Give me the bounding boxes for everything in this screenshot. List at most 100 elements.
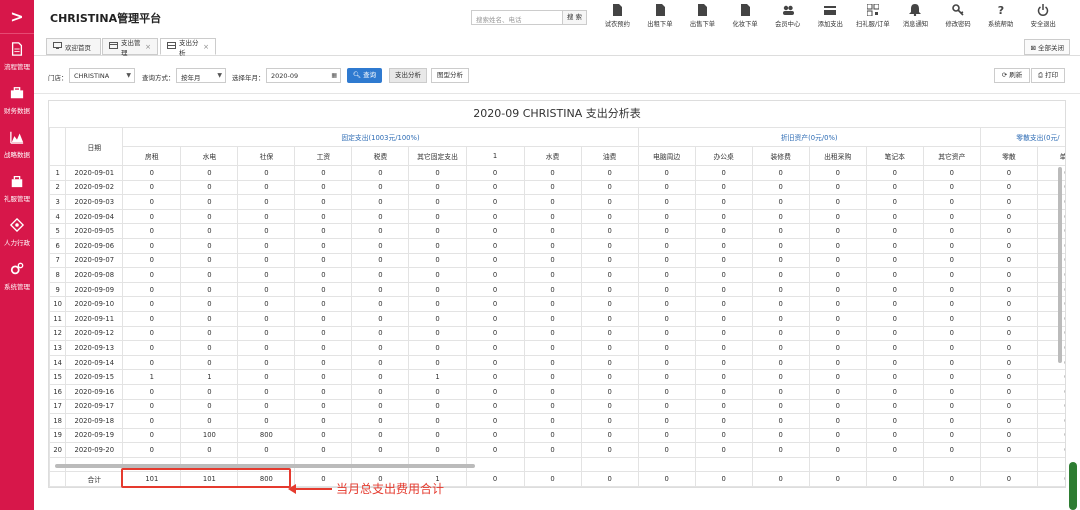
table-row[interactable]: 52020-09-0500000000000000000	[49, 223, 1065, 239]
table-row[interactable]: 132020-09-1300000000000000000	[49, 340, 1065, 356]
table-row[interactable]: 42020-09-0400000000000000000	[49, 208, 1065, 225]
table-cell: 0	[351, 179, 410, 196]
table-row[interactable]: 162020-09-1600000000000000000	[49, 383, 1065, 400]
table-cell: 0	[580, 325, 639, 342]
table-cell: 0	[408, 208, 467, 225]
table-cell: 0	[694, 325, 753, 342]
table-cell: 0	[523, 267, 582, 283]
tab-expense-analysis[interactable]: 支出分析 ×	[160, 38, 216, 57]
query-button[interactable]: 🔍︎ 查询	[347, 68, 382, 83]
table-row[interactable]: 22020-09-0200000000000000000	[49, 179, 1065, 196]
row-date: 2020-09-06	[65, 237, 124, 254]
table-cell: 0	[408, 179, 467, 196]
totals-cell: 0	[922, 471, 981, 487]
table-cell: 0	[922, 281, 981, 298]
table-row[interactable]: 102020-09-1000000000000000000	[49, 296, 1065, 312]
sidebar-item-1[interactable]: 财务数据	[0, 78, 34, 122]
table-row[interactable]: 32020-09-0300000000000000000	[49, 194, 1065, 210]
table-row[interactable]: 92020-09-0900000000000000000	[49, 281, 1065, 298]
sidebar-toggle-icon[interactable]: >	[0, 0, 34, 34]
totals-cell: 0	[808, 471, 867, 487]
table-cell: 0	[922, 427, 981, 444]
header-button-6[interactable]: 扫礼服/订单	[852, 4, 895, 28]
table-cell: 0	[294, 252, 353, 269]
file-icon	[698, 4, 708, 16]
query-mode-select[interactable]: 按年月 ▼	[176, 68, 226, 83]
table-cell: 0	[122, 383, 182, 400]
header-button-9[interactable]: ? 系统帮助	[979, 4, 1022, 28]
table-row[interactable]: 12020-09-0100000000000000000	[49, 165, 1065, 181]
header-button-3[interactable]: 化妆下单	[724, 4, 767, 28]
tab-expense-management[interactable]: 支出管理 ×	[102, 38, 158, 57]
sidebar-item-2[interactable]: 战略数据	[0, 122, 34, 166]
table-cell: 0	[580, 296, 639, 312]
table-row[interactable]: 142020-09-1400000000000000000	[49, 354, 1065, 371]
header-button-0[interactable]: 试衣预约	[596, 4, 639, 28]
table-cell: 0	[580, 398, 639, 415]
table-cell: 0	[122, 281, 182, 298]
table-cell: 0	[294, 383, 353, 400]
table-cell: 0	[808, 369, 867, 385]
vertical-scrollbar[interactable]	[1058, 167, 1062, 363]
header-button-1[interactable]: 出租下单	[639, 4, 682, 28]
close-all-button[interactable]: ⊠ 全部关闭	[1024, 39, 1070, 55]
sidebar-item-4[interactable]: 人力行政	[0, 210, 34, 254]
table-cell: 0	[580, 310, 639, 327]
table-cell: 0	[408, 340, 467, 356]
table-row[interactable]: 172020-09-1700000000000000000	[49, 398, 1065, 415]
column-header: 1	[465, 146, 525, 166]
table-row[interactable]: 62020-09-0600000000000000000	[49, 237, 1065, 254]
table-row[interactable]: 192020-09-19010080000000000000000	[49, 427, 1065, 444]
table-row[interactable]: 202020-09-2000000000000000000	[49, 442, 1065, 458]
table-cell: 0	[751, 427, 810, 444]
row-number: 20	[49, 442, 67, 458]
side-widget-handle[interactable]	[1069, 462, 1077, 510]
header: CHRISTINA管理平台 搜索姓名、电话 搜 索 试衣预约 出租下单 出售下单 化妆…	[34, 0, 1080, 34]
table-cell: 0	[922, 194, 981, 210]
table-cell: 0	[122, 398, 182, 415]
tab-welcome[interactable]: 欢迎首页	[46, 38, 101, 55]
month-input[interactable]: 2020-09 ▦	[266, 68, 341, 83]
header-button-4[interactable]: 会员中心	[766, 4, 809, 28]
view-expense-analysis-button[interactable]: 支出分析	[389, 68, 427, 83]
search-button[interactable]: 搜 索	[562, 10, 587, 25]
table-row[interactable]: 72020-09-0700000000000000000	[49, 252, 1065, 269]
table-cell: 0	[865, 369, 924, 385]
table-row[interactable]: 82020-09-0800000000000000000	[49, 267, 1065, 283]
table-row[interactable]: 182020-09-1800000000000000000	[49, 413, 1065, 429]
print-button[interactable]: ⎙ 打印	[1031, 68, 1065, 83]
table-cell: 0	[523, 325, 582, 342]
header-button-5[interactable]: 添加支出	[809, 4, 852, 28]
card-icon	[109, 42, 118, 51]
table-cell: 0	[294, 281, 353, 298]
table-cell: 0	[580, 223, 639, 239]
table-cell: 0	[180, 354, 239, 371]
header-button-label: 出租下单	[647, 21, 673, 28]
close-icon[interactable]: ×	[203, 43, 209, 51]
view-chart-analysis-button[interactable]: 图型分析	[431, 68, 469, 83]
sidebar-item-0[interactable]: 流程管理	[0, 34, 34, 78]
tab-bar: 欢迎首页 支出管理 × 支出分析 × ⊠ 全部关闭	[34, 34, 1080, 57]
table-cell: 0	[351, 340, 410, 356]
table-row[interactable]: 152020-09-1511000100000000000	[49, 369, 1065, 385]
store-select[interactable]: CHRISTINA ▼	[69, 68, 135, 83]
close-icon[interactable]: ×	[145, 43, 151, 51]
header-button-2[interactable]: 出售下单	[681, 4, 724, 28]
table-cell: 0	[180, 281, 239, 298]
header-button-label: 会员中心	[775, 21, 801, 28]
table-cell: 0	[694, 179, 753, 196]
header-button-7[interactable]: 消息通知	[894, 4, 937, 28]
sidebar-item-5[interactable]: 系统管理	[0, 254, 34, 298]
table-cell: 0	[180, 165, 239, 181]
table-cell: 0	[237, 296, 296, 312]
table-row[interactable]: 122020-09-1200000000000000000	[49, 325, 1065, 342]
table-row[interactable]: 112020-09-1100000000000000000	[49, 310, 1065, 327]
header-button-8[interactable]: 修改密码	[937, 4, 980, 28]
table-cell: 0	[865, 383, 924, 400]
table-cell: 0	[1036, 413, 1065, 429]
table-cell: 0	[122, 413, 182, 429]
sidebar-item-3[interactable]: 礼服管理	[0, 166, 34, 210]
refresh-button[interactable]: ⟳ 刷新	[994, 68, 1030, 83]
totals-cell: 0	[979, 471, 1038, 487]
header-button-10[interactable]: 安全退出	[1022, 4, 1065, 28]
